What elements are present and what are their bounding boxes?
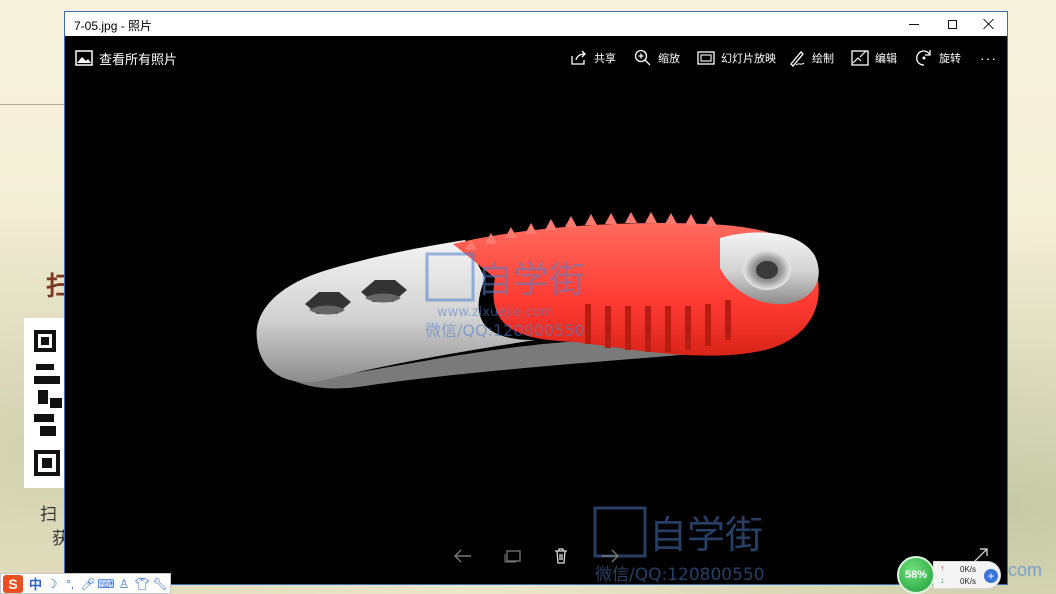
slideshow-icon — [697, 51, 715, 65]
maximize-icon — [947, 19, 957, 29]
pen-icon — [790, 51, 805, 67]
zoom-icon — [634, 49, 651, 66]
desktop-qr-code — [24, 318, 66, 488]
person-icon[interactable]: ♙ — [116, 576, 132, 592]
collection-icon — [504, 550, 521, 563]
photo-toolbar: 查看所有照片 共享 缩放 幻灯片放映 绘制 编辑 旋转 ··· — [65, 36, 1007, 78]
desktop-divider — [0, 104, 66, 105]
watermark-brand: 自学街 — [477, 260, 585, 301]
watermark-site: www.zixuejie.com — [437, 305, 553, 320]
maximize-button[interactable] — [933, 12, 971, 36]
desktop-partial-text: 扫 — [40, 505, 57, 524]
zoom-label: 缩放 — [658, 53, 680, 65]
view-all-photos-label: 查看所有照片 — [99, 51, 178, 67]
close-button[interactable] — [970, 12, 1008, 36]
punctuation-icon[interactable]: °, — [62, 576, 78, 592]
edit-icon — [851, 50, 869, 66]
close-icon — [983, 18, 995, 30]
slideshow-button[interactable]: 幻灯片放映 — [697, 44, 776, 72]
microphone-icon[interactable]: 🎤︎ — [80, 576, 96, 592]
trash-icon — [555, 548, 567, 564]
zoom-button[interactable]: 缩放 — [634, 44, 680, 72]
ime-mode-toggle[interactable]: 中 — [29, 574, 42, 593]
rotate-icon — [916, 50, 931, 66]
upload-speed: 0K/s — [960, 565, 977, 574]
rotate-button[interactable]: 旋转 — [915, 44, 961, 72]
rotate-label: 旋转 — [939, 53, 961, 65]
draw-button[interactable]: 绘制 — [788, 44, 834, 72]
watermark-brand: 自学街 — [649, 513, 763, 557]
arrow-right-icon — [602, 549, 619, 563]
ime-toolbar: S 中 ☽ °, 🎤︎ ⌨ ♙ 👕︎ 🔧︎ — [0, 573, 171, 594]
edit-label: 编辑 — [875, 53, 897, 65]
view-all-photos-button[interactable]: 查看所有照片 — [75, 44, 177, 72]
displayed-photo[interactable]: 自学街 www.zixuejie.com 微信/QQ:120800550 自学街… — [65, 78, 1007, 584]
delete-button[interactable] — [548, 544, 574, 568]
ime-logo[interactable]: S — [3, 574, 23, 593]
desktop-partial-watermark: com — [1008, 560, 1043, 580]
watermark-contact: 微信/QQ:120800550 — [425, 321, 585, 340]
previous-button[interactable] — [450, 544, 476, 568]
edit-button[interactable]: 编辑 — [851, 44, 897, 72]
wrench-icon[interactable]: 🔧︎ — [152, 576, 168, 592]
upload-arrow-icon: ↑ — [940, 563, 945, 573]
add-icon[interactable]: + — [984, 569, 998, 583]
share-icon — [571, 50, 586, 65]
title-bar[interactable]: 7-05.jpg - 照片 — [65, 12, 1007, 36]
more-options-button[interactable]: ··· — [980, 44, 997, 72]
collection-button[interactable] — [500, 544, 526, 568]
memory-usage-gauge: 58% — [897, 556, 935, 594]
minimize-icon — [909, 23, 919, 25]
keyboard-icon[interactable]: ⌨ — [97, 576, 114, 592]
share-button[interactable]: 共享 — [570, 44, 616, 72]
photos-window: 7-05.jpg - 照片 查看所有照片 共享 缩放 幻灯片放映 绘制 编辑 旋… — [64, 11, 1008, 585]
download-speed: 0K/s — [960, 577, 977, 586]
network-monitor-widget[interactable]: ↑ 0K/s ↓ 0K/s + 58% — [897, 555, 1005, 594]
moon-icon[interactable]: ☽ — [44, 576, 60, 592]
network-speed-panel: ↑ 0K/s ↓ 0K/s + — [933, 561, 1001, 589]
minimize-button[interactable] — [895, 12, 933, 36]
photo-nav-bar — [445, 542, 625, 570]
share-label: 共享 — [594, 53, 616, 65]
photo-icon — [75, 50, 93, 66]
download-arrow-icon: ↓ — [940, 575, 945, 585]
draw-label: 绘制 — [812, 53, 834, 65]
shirt-icon[interactable]: 👕︎ — [134, 576, 150, 592]
next-button[interactable] — [597, 544, 623, 568]
slideshow-label: 幻灯片放映 — [721, 53, 776, 65]
window-title: 7-05.jpg - 照片 — [74, 19, 153, 33]
arrow-left-icon — [454, 549, 471, 563]
